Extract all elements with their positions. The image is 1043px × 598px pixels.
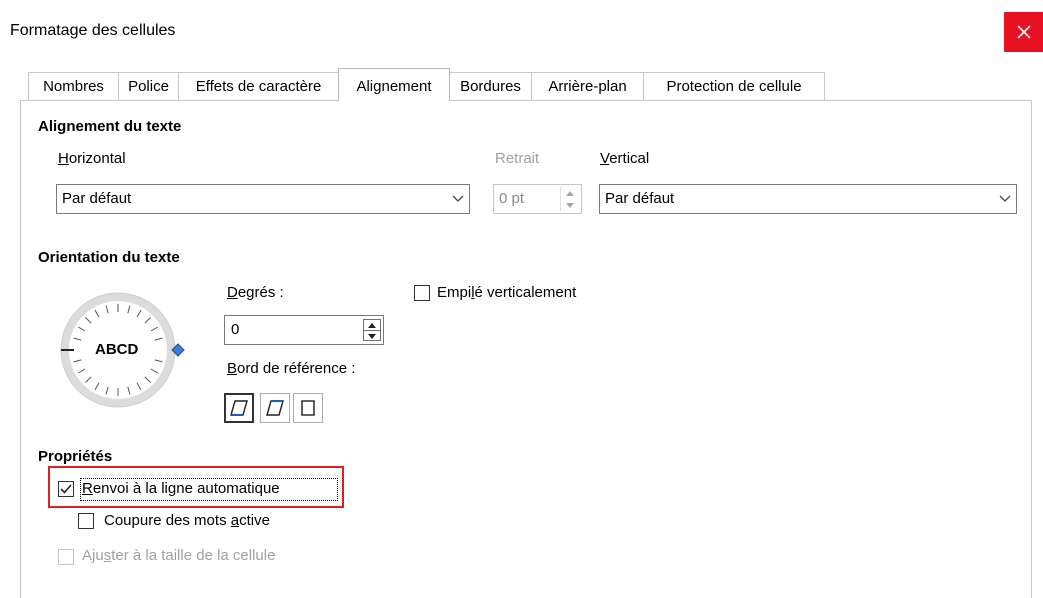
parallelogram-bottom-icon [230, 400, 248, 416]
degrees-value: 0 [231, 321, 240, 338]
shrink-to-fit-checkbox[interactable] [58, 549, 74, 565]
indent-value: 0 pt [499, 190, 525, 207]
window-title: Formatage des cellules [10, 22, 176, 39]
horizontal-label: Horizontal [58, 150, 126, 167]
orientation-dial[interactable]: ABCD [52, 280, 192, 420]
shrink-to-fit-label: Ajuster à la taille de la cellule [82, 547, 276, 564]
degrees-label: Degrés : [227, 284, 284, 301]
reference-edge-bottom-button[interactable] [224, 393, 254, 423]
tab-effets-caractere[interactable]: Effets de caractère [178, 72, 339, 100]
close-icon [1016, 25, 1031, 39]
rectangle-icon [301, 400, 315, 416]
hyphenation-checkbox[interactable] [78, 513, 94, 529]
checkmark-icon [60, 484, 72, 494]
horizontal-value: Par défaut [62, 190, 132, 207]
hyphenation-label: Coupure des mots active [104, 512, 270, 529]
vertical-select[interactable]: Par défaut [599, 184, 1017, 214]
spin-arrows-icon[interactable] [363, 319, 381, 341]
text-orientation-heading: Orientation du texte [38, 249, 180, 266]
degrees-spinbox[interactable]: 0 [224, 315, 384, 345]
tab-police[interactable]: Police [118, 72, 179, 100]
tab-arriere-plan[interactable]: Arrière-plan [531, 72, 644, 100]
reference-edge-top-button[interactable] [260, 393, 290, 423]
stacked-label: Empilé verticalement [437, 284, 577, 301]
properties-heading: Propriétés [38, 448, 113, 465]
dial-sample-text: ABCD [95, 341, 139, 358]
stacked-checkbox[interactable] [414, 285, 430, 301]
tab-alignement[interactable]: Alignement [338, 68, 450, 101]
close-button[interactable] [1004, 12, 1043, 52]
chevron-down-icon[interactable] [993, 185, 1016, 213]
horizontal-select[interactable]: Par défaut [56, 184, 470, 214]
reference-edge-label: Bord de référence : [227, 360, 356, 377]
title-bar: Formatage des cellules [0, 0, 1043, 62]
reference-edge-inside-button[interactable] [293, 393, 323, 423]
text-alignment-heading: Alignement du texte [38, 118, 182, 135]
wrap-text-checkbox[interactable] [58, 481, 74, 497]
indent-label: Retrait [495, 150, 540, 167]
wrap-text-label: Renvoi à la ligne automatique [82, 480, 280, 497]
tab-bordures[interactable]: Bordures [449, 72, 532, 100]
spin-arrows-icon[interactable] [560, 187, 579, 211]
chevron-down-icon[interactable] [446, 185, 469, 213]
tab-protection-cellule[interactable]: Protection de cellule [643, 72, 825, 100]
indent-spinbox[interactable]: 0 pt [493, 184, 582, 214]
tab-nombres[interactable]: Nombres [28, 72, 119, 100]
vertical-label: Vertical [600, 150, 650, 167]
parallelogram-top-icon [266, 400, 284, 416]
vertical-value: Par défaut [605, 190, 675, 207]
